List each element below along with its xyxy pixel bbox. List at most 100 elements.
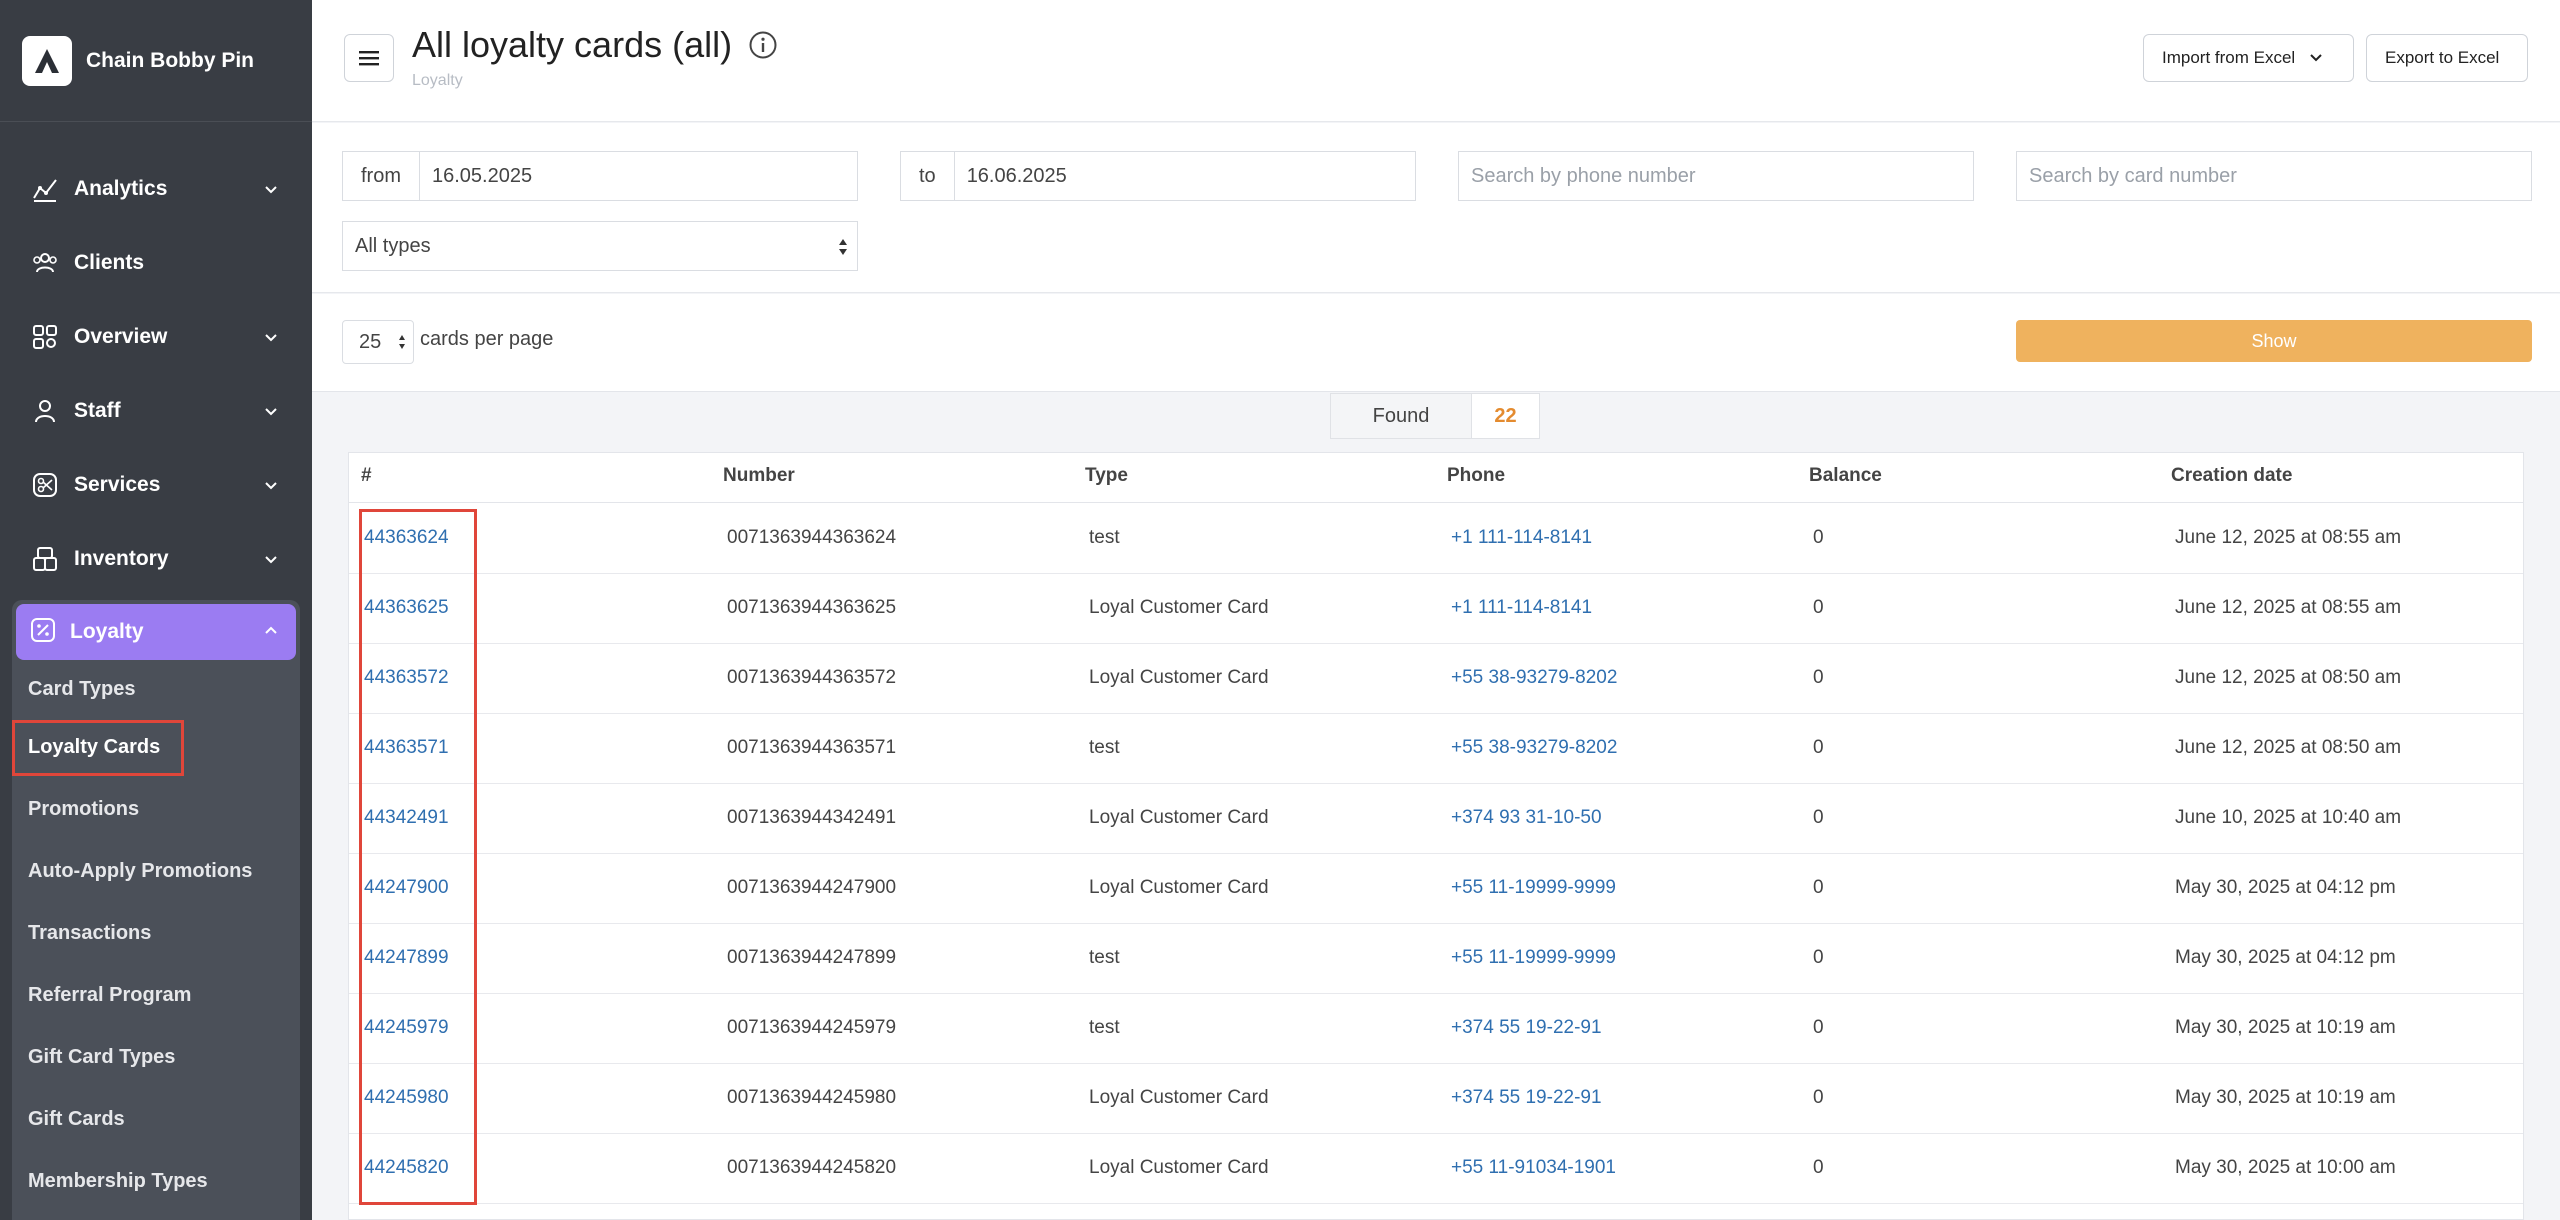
column-header[interactable]: Number <box>723 465 795 487</box>
sidebar-subitem-transactions[interactable]: Transactions <box>28 922 151 945</box>
cell-created: June 12, 2025 at 08:50 am <box>2175 667 2402 688</box>
cell-number: 0071363944247899 <box>727 947 897 968</box>
per-page-select[interactable]: 25 <box>342 320 414 364</box>
chevron-down-icon <box>260 400 282 422</box>
card-search-input[interactable]: Search by card number <box>2016 151 2532 201</box>
table-row[interactable]: 44363624 0071363944363624 test +1 111-114-8… <box>349 504 2523 574</box>
column-header[interactable]: Creation date <box>2171 465 2292 487</box>
cell-number: 0071363944363625 <box>727 597 897 618</box>
column-header[interactable]: Phone <box>1447 465 1505 487</box>
cell-number: 0071363944245979 <box>727 1017 897 1038</box>
chevron-up-icon <box>262 621 280 644</box>
phone-link[interactable]: +55 11-91034-1901 <box>1451 1157 1616 1179</box>
cell-balance: 0 <box>1813 1157 1824 1178</box>
cell-type: Loyal Customer Card <box>1089 1157 1269 1178</box>
breadcrumb[interactable]: Loyalty <box>412 72 463 90</box>
sidebar-item-analytics[interactable]: Analytics <box>0 152 312 226</box>
cell-type: test <box>1089 737 1120 758</box>
chevron-down-icon <box>260 178 282 200</box>
filters-panel: from 16.05.2025 to 16.06.2025 Search by … <box>312 123 2560 293</box>
loyalty-icon <box>28 615 58 650</box>
sidebar-item-services[interactable]: Services <box>0 448 312 522</box>
sidebar-subitem-referral-program[interactable]: Referral Program <box>28 984 191 1007</box>
table-header: # Number Type Phone Balance Creation date <box>349 453 2523 503</box>
table-row[interactable]: 44245820 0071363944245820 Loyal Customer C… <box>349 1134 2523 1204</box>
clients-icon <box>28 246 62 280</box>
sidebar-item-loyalty[interactable]: Loyalty <box>16 604 296 660</box>
import-excel-button[interactable]: Import from Excel <box>2143 34 2354 82</box>
sidebar-item-label: Clients <box>74 251 145 274</box>
sidebar-subitem-promotions[interactable]: Promotions <box>28 798 139 821</box>
phone-link[interactable]: +374 55 19-22-91 <box>1451 1087 1602 1109</box>
table-row[interactable]: 44363571 0071363944363571 test +55 38-93279… <box>349 714 2523 784</box>
cell-balance: 0 <box>1813 877 1824 898</box>
phone-link[interactable]: +55 11-19999-9999 <box>1451 877 1616 899</box>
phone-link[interactable]: +374 55 19-22-91 <box>1451 1017 1602 1039</box>
table-row[interactable]: 44363625 0071363944363625 Loyal Customer C… <box>349 574 2523 644</box>
table-row[interactable]: 44363572 0071363944363572 Loyal Customer C… <box>349 644 2523 714</box>
cell-created: May 30, 2025 at 04:12 pm <box>2175 877 2396 898</box>
select-arrows-icon <box>837 236 849 258</box>
date-to-field[interactable]: to 16.06.2025 <box>900 151 1416 201</box>
date-from-label: from <box>343 152 420 200</box>
type-select-value: All types <box>355 234 431 257</box>
cell-type: Loyal Customer Card <box>1089 1087 1269 1108</box>
cards-table: # Number Type Phone Balance Creation date 443… <box>348 452 2524 1220</box>
phone-link[interactable]: +1 111-114-8141 <box>1451 527 1592 549</box>
table-row[interactable]: 44245979 0071363944245979 test +374 55 19-2… <box>349 994 2523 1064</box>
staff-icon <box>28 394 62 428</box>
sidebar-item-inventory[interactable]: Inventory <box>0 522 312 596</box>
cell-created: May 30, 2025 at 10:19 am <box>2175 1017 2396 1038</box>
date-from-field[interactable]: from 16.05.2025 <box>342 151 858 201</box>
cell-balance: 0 <box>1813 737 1824 758</box>
type-select[interactable]: All types <box>342 221 858 271</box>
cell-created: June 12, 2025 at 08:55 am <box>2175 527 2402 548</box>
export-excel-button[interactable]: Export to Excel <box>2366 34 2528 82</box>
cell-number: 0071363944247900 <box>727 877 897 898</box>
sidebar-subitem-membership-types[interactable]: Membership Types <box>28 1170 208 1193</box>
sidebar-item-clients[interactable]: Clients <box>0 226 312 300</box>
table-row[interactable]: 44247899 0071363944247899 test +55 11-19999… <box>349 924 2523 994</box>
phone-link[interactable]: +55 11-19999-9999 <box>1451 947 1616 969</box>
cell-created: June 10, 2025 at 10:40 am <box>2175 807 2402 828</box>
hamburger-icon <box>359 51 379 66</box>
sidebar-item-overview[interactable]: Overview <box>0 300 312 374</box>
info-icon[interactable] <box>748 30 778 60</box>
column-header[interactable]: Balance <box>1809 465 1882 487</box>
column-header[interactable]: Type <box>1085 465 1128 487</box>
table-row[interactable]: 44342491 0071363944342491 Loyal Customer C… <box>349 784 2523 854</box>
chevron-down-icon <box>260 474 282 496</box>
phone-link[interactable]: +55 38-93279-8202 <box>1451 737 1617 759</box>
cell-balance: 0 <box>1813 947 1824 968</box>
sidebar-subitem-card-types[interactable]: Card Types <box>28 678 135 701</box>
inventory-icon <box>28 542 62 576</box>
table-row[interactable]: 44245980 0071363944245980 Loyal Customer C… <box>349 1064 2523 1134</box>
phone-link[interactable]: +55 38-93279-8202 <box>1451 667 1617 689</box>
cell-number: 0071363944342491 <box>727 807 897 828</box>
phone-search-placeholder: Search by phone number <box>1471 164 1696 187</box>
sidebar-item-label: Overview <box>74 325 168 348</box>
brand-header[interactable]: Chain Bobby Pin <box>0 0 312 122</box>
date-to-value[interactable]: 16.06.2025 <box>955 165 1067 188</box>
menu-toggle-button[interactable] <box>344 34 394 82</box>
column-header[interactable]: # <box>361 465 372 487</box>
sidebar-subitem-gift-cards[interactable]: Gift Cards <box>28 1108 125 1131</box>
date-from-value[interactable]: 16.05.2025 <box>420 165 532 188</box>
date-to-label: to <box>901 152 955 200</box>
sidebar-item-label: Staff <box>74 399 121 422</box>
page-header: All loyalty cards (all) Loyalty Import f… <box>312 0 2560 122</box>
active-item-highlight <box>12 720 184 776</box>
phone-link[interactable]: +374 93 31-10-50 <box>1451 807 1602 829</box>
per-page-label: cards per page <box>420 328 554 350</box>
cell-balance: 0 <box>1813 527 1824 548</box>
show-button[interactable]: Show <box>2016 320 2532 362</box>
phone-link[interactable]: +1 111-114-8141 <box>1451 597 1592 619</box>
export-excel-label: Export to Excel <box>2385 48 2500 67</box>
phone-search-input[interactable]: Search by phone number <box>1458 151 1974 201</box>
table-row[interactable]: 44247900 0071363944247900 Loyal Customer C… <box>349 854 2523 924</box>
sidebar-subitem-gift-card-types[interactable]: Gift Card Types <box>28 1046 175 1069</box>
sidebar-item-staff[interactable]: Staff <box>0 374 312 448</box>
cell-type: Loyal Customer Card <box>1089 877 1269 898</box>
cell-type: test <box>1089 527 1120 548</box>
sidebar-subitem-auto-apply-promotions[interactable]: Auto-Apply Promotions <box>28 860 252 883</box>
